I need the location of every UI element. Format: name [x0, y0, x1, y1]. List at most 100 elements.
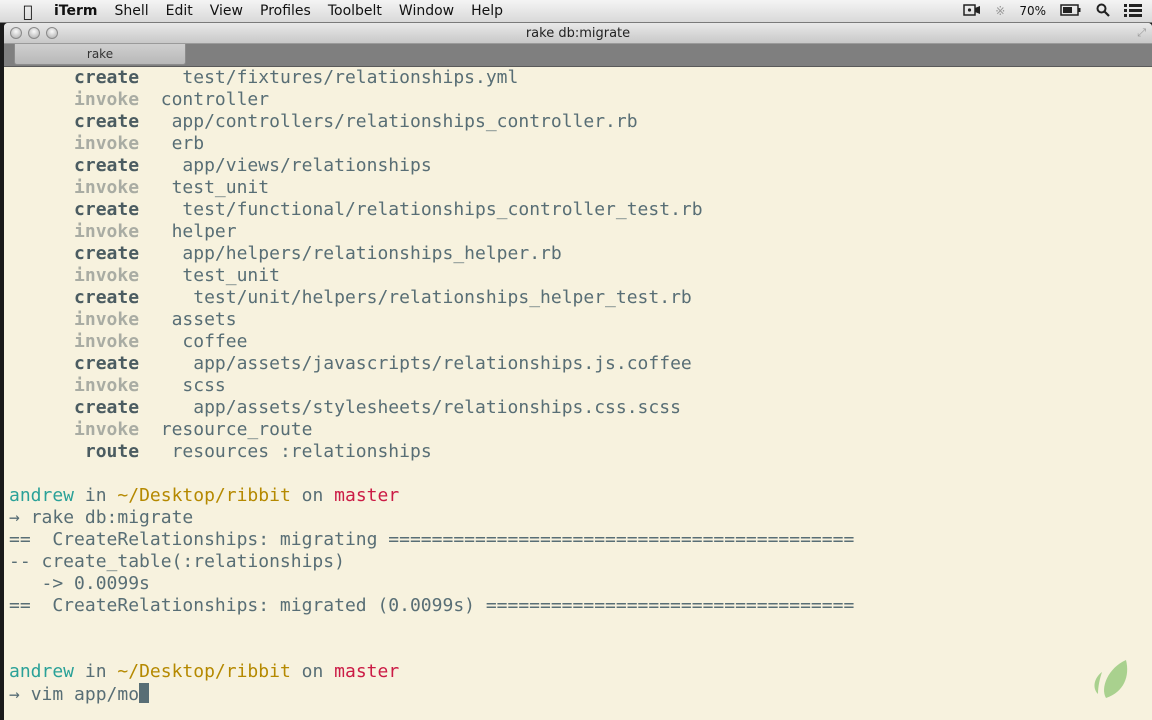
- prompt-branch: master: [334, 661, 400, 682]
- migration-output: -- create_table(:relationships): [9, 551, 345, 572]
- generator-target: app/assets/javascripts/relationships.js.…: [139, 353, 692, 374]
- terminal-line: invoke helper: [9, 221, 854, 243]
- generator-target: coffee: [139, 331, 248, 352]
- generator-target: test_unit: [139, 265, 280, 286]
- terminal-line: create app/views/relationships: [9, 155, 854, 177]
- generator-action: invoke: [74, 331, 140, 352]
- tab-bar: rake: [4, 44, 1152, 67]
- bluetooth-icon[interactable]: ※: [995, 4, 1005, 18]
- generator-target: erb: [139, 133, 205, 154]
- terminal-line: andrew in ~/Desktop/ribbit on master: [9, 661, 400, 682]
- menu-view[interactable]: View: [210, 3, 243, 19]
- menu-bar:  iTerm Shell Edit View Profiles Toolbel…: [0, 0, 1152, 23]
- terminal-line: → vim app/mo: [9, 683, 854, 705]
- generator-target: controller: [139, 89, 270, 110]
- text-cursor: [139, 683, 150, 703]
- menu-profiles[interactable]: Profiles: [260, 3, 311, 19]
- menu-toolbelt[interactable]: Toolbelt: [328, 3, 382, 19]
- terminal-line: == CreateRelationships: migrating ======…: [9, 529, 854, 551]
- generator-target: app/views/relationships: [139, 155, 432, 176]
- generator-action: invoke: [74, 89, 140, 110]
- terminal-line: route resources :relationships: [9, 441, 854, 463]
- migration-output: == CreateRelationships: migrating ======…: [9, 529, 855, 550]
- spotlight-icon[interactable]: [1096, 3, 1110, 20]
- terminal-line: create test/functional/relationships_con…: [9, 199, 854, 221]
- prompt-user: andrew: [9, 661, 75, 682]
- generator-target: test/fixtures/relationships.yml: [139, 67, 519, 88]
- iterm-window: rake db:migrate ⤢ rake create test/fixtu…: [4, 23, 1152, 720]
- notification-list-icon[interactable]: [1124, 3, 1142, 20]
- terminal-line: create app/assets/javascripts/relationsh…: [9, 353, 854, 375]
- terminal-line: invoke test_unit: [9, 177, 854, 199]
- terminal-line: -> 0.0099s: [9, 573, 854, 595]
- prompt-branch: master: [334, 485, 400, 506]
- prompt-arrow: →: [9, 684, 31, 705]
- generator-action: invoke: [74, 309, 140, 330]
- generator-target: app/assets/stylesheets/relationships.css…: [139, 397, 681, 418]
- generator-target: test_unit: [139, 177, 270, 198]
- menu-window[interactable]: Window: [399, 3, 454, 19]
- migration-output: == CreateRelationships: migrated (0.0099…: [9, 595, 855, 616]
- generator-action: create: [74, 199, 140, 220]
- fullscreen-icon[interactable]: ⤢: [1137, 26, 1146, 40]
- terminal-line: invoke scss: [9, 375, 854, 397]
- generator-action: invoke: [74, 221, 140, 242]
- terminal-line: invoke coffee: [9, 331, 854, 353]
- window-title: rake db:migrate: [525, 26, 631, 41]
- generator-target: app/controllers/relationships_controller…: [139, 111, 638, 132]
- prompt-path: ~/Desktop/ribbit: [117, 661, 291, 682]
- generator-action: route: [74, 441, 140, 462]
- terminal-line: andrew in ~/Desktop/ribbit on master: [9, 485, 400, 506]
- generator-action: invoke: [74, 177, 140, 198]
- terminal-line: invoke assets: [9, 309, 854, 331]
- terminal-line: create test/fixtures/relationships.yml: [9, 67, 854, 89]
- generator-target: scss: [139, 375, 226, 396]
- terminal-line: create app/helpers/relationships_helper.…: [9, 243, 854, 265]
- title-bar: rake db:migrate ⤢: [4, 23, 1152, 44]
- terminal-line: invoke test_unit: [9, 265, 854, 287]
- terminal-output[interactable]: create test/fixtures/relationships.yml i…: [9, 67, 854, 705]
- treehouse-leaf-icon: [1094, 660, 1128, 698]
- battery-icon[interactable]: [1060, 3, 1082, 19]
- battery-percent[interactable]: 70%: [1019, 4, 1046, 18]
- generator-action: create: [74, 353, 140, 374]
- generator-target: test/unit/helpers/relationships_helper_t…: [139, 287, 692, 308]
- terminal-line: invoke controller: [9, 89, 854, 111]
- terminal-line: create app/controllers/relationships_con…: [9, 111, 854, 133]
- prompt-arrow: →: [9, 507, 31, 528]
- generator-target: resources :relationships: [139, 441, 432, 462]
- status-area: ※ 70%: [963, 0, 1142, 22]
- generator-action: create: [74, 111, 140, 132]
- command-text: rake db:migrate: [30, 507, 194, 528]
- prompt-user: andrew: [9, 485, 75, 506]
- camera-icon[interactable]: [963, 3, 981, 19]
- prompt-path: ~/Desktop/ribbit: [117, 485, 291, 506]
- menu-shell[interactable]: Shell: [114, 3, 148, 19]
- generator-target: assets: [139, 309, 237, 330]
- migration-output: -> 0.0099s: [9, 573, 150, 594]
- terminal-line: == CreateRelationships: migrated (0.0099…: [9, 595, 854, 617]
- generator-action: invoke: [74, 375, 140, 396]
- tab-rake[interactable]: rake: [14, 44, 186, 65]
- terminal-line: -- create_table(:relationships): [9, 551, 854, 573]
- apple-icon[interactable]: : [20, 2, 36, 21]
- terminal-line: invoke resource_route: [9, 419, 854, 441]
- generator-target: resource_route: [139, 419, 313, 440]
- generator-action: invoke: [74, 419, 140, 440]
- menu-help[interactable]: Help: [471, 3, 503, 19]
- generator-action: create: [74, 155, 140, 176]
- menu-edit[interactable]: Edit: [166, 3, 193, 19]
- generator-action: create: [74, 243, 140, 264]
- terminal-line: create test/unit/helpers/relationships_h…: [9, 287, 854, 309]
- command-input: vim app/mo: [30, 684, 140, 705]
- generator-action: invoke: [74, 133, 140, 154]
- terminal-line: create app/assets/stylesheets/relationsh…: [9, 397, 854, 419]
- generator-action: create: [74, 287, 140, 308]
- generator-target: app/helpers/relationships_helper.rb: [139, 243, 562, 264]
- generator-target: test/functional/relationships_controller…: [139, 199, 703, 220]
- terminal-line: → rake db:migrate: [9, 507, 854, 529]
- menu-app-iterm[interactable]: iTerm: [54, 3, 97, 19]
